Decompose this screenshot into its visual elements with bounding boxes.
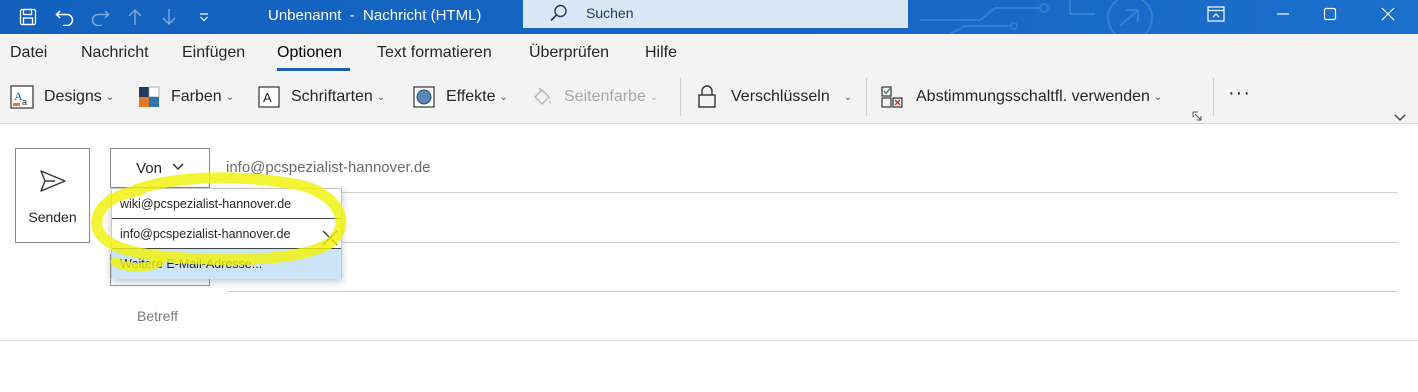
bcc-field-divider [226,291,1398,292]
active-tab-indicator [277,68,350,71]
search-label: Suchen [586,5,634,21]
tab-einfuegen[interactable]: Einfügen [182,44,245,62]
redo-icon [88,5,112,29]
minimize-icon[interactable] [1260,0,1306,28]
body-divider [0,340,1418,341]
paint-bucket-icon [530,85,554,109]
effects-icon [412,85,436,109]
chevron-down-icon: ⌄ [649,91,659,103]
more-options-button[interactable]: ··· [1228,80,1251,106]
tab-datei[interactable]: Datei [10,44,47,62]
designs-label: Designs [44,88,102,105]
down-arrow-icon [157,5,181,29]
lock-icon [695,85,719,109]
cc-field-divider [226,242,1398,243]
from-option[interactable]: info@pcspezialist-hannover.de [112,219,341,249]
voting-buttons-icon [880,85,904,109]
tab-ueberpruefen[interactable]: Überprüfen [529,44,609,62]
tab-text-formatieren[interactable]: Text formatieren [377,44,492,62]
from-dropdown: wiki@pcspezialist-hannover.de info@pcspe… [111,188,342,279]
farben-button[interactable]: Farben ⌄ [137,84,234,110]
ribbon-separator [866,78,867,116]
schriftarten-button[interactable]: A Schriftarten ⌄ [257,84,385,110]
chevron-down-icon: ⌄ [499,91,508,103]
from-option-label: info@pcspezialist-hannover.de [120,227,291,241]
chevron-down-icon: ⌄ [1153,91,1163,103]
colors-icon [137,85,161,109]
from-label: Von [136,159,162,177]
send-icon [39,169,67,198]
svg-text:a: a [22,97,27,107]
save-icon[interactable] [16,5,40,29]
seitenfarbe-button: Seitenfarbe ⌄ [530,84,658,110]
ribbon-separator [1213,78,1214,116]
ribbon: Aa Designs ⌄ Farben ⌄ A Schriftarten ⌄ E… [0,72,1418,124]
farben-label: Farben [171,88,222,105]
chevron-down-icon: ⌄ [376,91,386,103]
chevron-down-icon: ⌄ [105,91,115,103]
from-address: info@pcspezialist-hannover.de [226,159,431,176]
svg-text:A: A [263,90,272,105]
ribbon-separator [680,78,681,116]
tab-optionen[interactable]: Optionen [277,44,342,62]
circuit-decoration [920,0,1153,34]
abstimmung-button[interactable]: Abstimmungsschaltfl. verwenden ⌄ [880,84,1162,110]
ribbon-display-icon[interactable] [1193,0,1239,28]
search-box[interactable]: Suchen [523,0,908,28]
window-title: Unbenannt - Nachricht (HTML) [268,7,482,24]
undo-icon[interactable] [53,5,77,29]
verschluesseln-label: Verschlüsseln [731,88,830,105]
menu-bar: Datei Nachricht Einfügen Optionen Text f… [0,34,1418,72]
customize-qat-icon[interactable] [192,5,216,29]
send-button[interactable]: Senden [15,148,90,243]
designs-button[interactable]: Aa Designs ⌄ [10,84,114,110]
to-field-divider [226,192,1398,193]
maximize-icon[interactable] [1307,0,1353,28]
from-option-other[interactable]: Weitere E-Mail-Adresse... [112,249,341,279]
designs-icon: Aa [10,85,34,109]
abstimmung-label: Abstimmungsschaltfl. verwenden [916,88,1150,105]
effekte-button[interactable]: Effekte ⌄ [412,84,508,110]
tab-hilfe[interactable]: Hilfe [645,44,677,62]
schriftarten-label: Schriftarten [291,88,373,105]
seitenfarbe-label: Seitenfarbe [564,88,646,105]
verschluesseln-button[interactable]: Verschlüsseln ⌄ [695,84,852,110]
search-icon [548,2,570,29]
fonts-icon: A [257,85,281,109]
chevron-down-icon [172,162,184,174]
send-label: Senden [28,209,77,225]
from-option[interactable]: wiki@pcspezialist-hannover.de [112,189,341,219]
subject-label: Betreff [137,308,178,324]
from-button[interactable]: Von [110,148,210,188]
effekte-label: Effekte [446,88,496,105]
tab-nachricht[interactable]: Nachricht [81,44,149,62]
chevron-down-icon: ⌄ [225,91,235,103]
chevron-down-icon: ⌄ [843,91,853,103]
up-arrow-icon [123,5,147,29]
close-icon[interactable] [1365,0,1411,28]
title-bar: Unbenannt - Nachricht (HTML) Suchen [0,0,1418,34]
